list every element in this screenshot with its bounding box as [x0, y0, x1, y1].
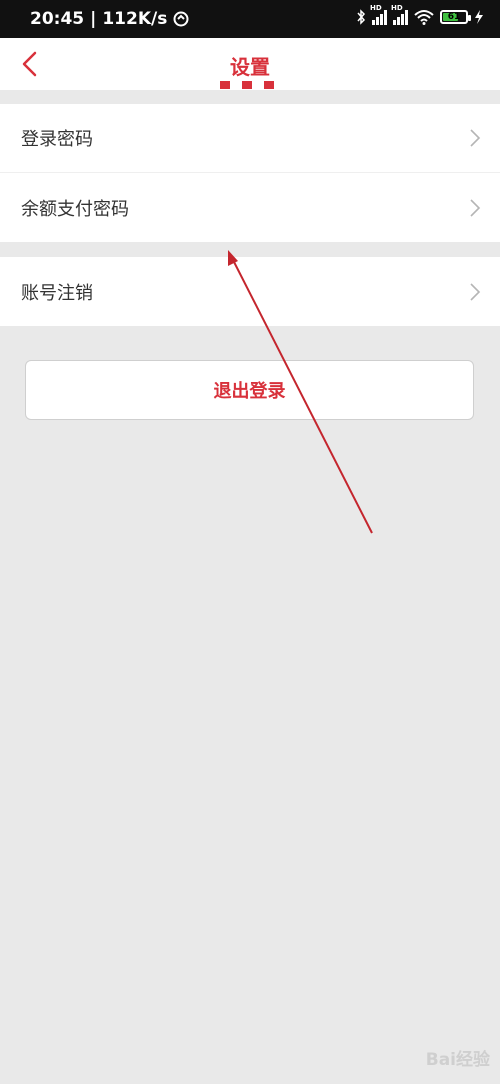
setting-account-cancellation[interactable]: 账号注销 — [0, 257, 500, 326]
title-decoration — [220, 81, 274, 89]
charging-icon — [475, 10, 483, 24]
chevron-right-icon — [470, 282, 481, 301]
network-speed: 112K/s — [102, 9, 168, 29]
signal-icon: HD — [391, 4, 408, 25]
setting-label: 登录密码 — [21, 129, 93, 150]
settings-group-1: 登录密码 余额支付密码 — [0, 104, 500, 242]
logout-button[interactable]: 退出登录 — [25, 360, 474, 420]
signal-icon: HD — [370, 4, 387, 25]
setting-label: 余额支付密码 — [21, 198, 129, 220]
page-title: 设置 — [230, 55, 270, 79]
setting-login-password[interactable]: 登录密码 — [0, 104, 500, 173]
data-saver-icon — [173, 11, 189, 27]
setting-balance-payment-password[interactable]: 余额支付密码 — [0, 173, 500, 242]
hd-label: HD — [391, 4, 403, 12]
settings-group-2: 账号注销 — [0, 257, 500, 326]
status-time: 20:45 — [30, 9, 85, 29]
watermark-logo: Bai经验 — [425, 1050, 490, 1070]
status-right: HD HD 61 — [356, 4, 484, 25]
battery-icon: 61 — [440, 10, 471, 24]
bluetooth-icon — [357, 9, 366, 25]
nav-header: 设置 — [0, 38, 500, 90]
wifi-icon — [414, 10, 434, 25]
status-bar: 20:45 | 112K/s HD HD 61 — [0, 0, 500, 38]
hd-label: HD — [370, 4, 382, 12]
status-left: 20:45 | 112K/s — [30, 9, 189, 29]
chevron-right-icon — [470, 198, 481, 217]
chevron-right-icon — [470, 129, 481, 147]
setting-label: 账号注销 — [21, 282, 93, 304]
status-separator: | — [90, 9, 97, 29]
battery-level: 61 — [447, 12, 461, 22]
